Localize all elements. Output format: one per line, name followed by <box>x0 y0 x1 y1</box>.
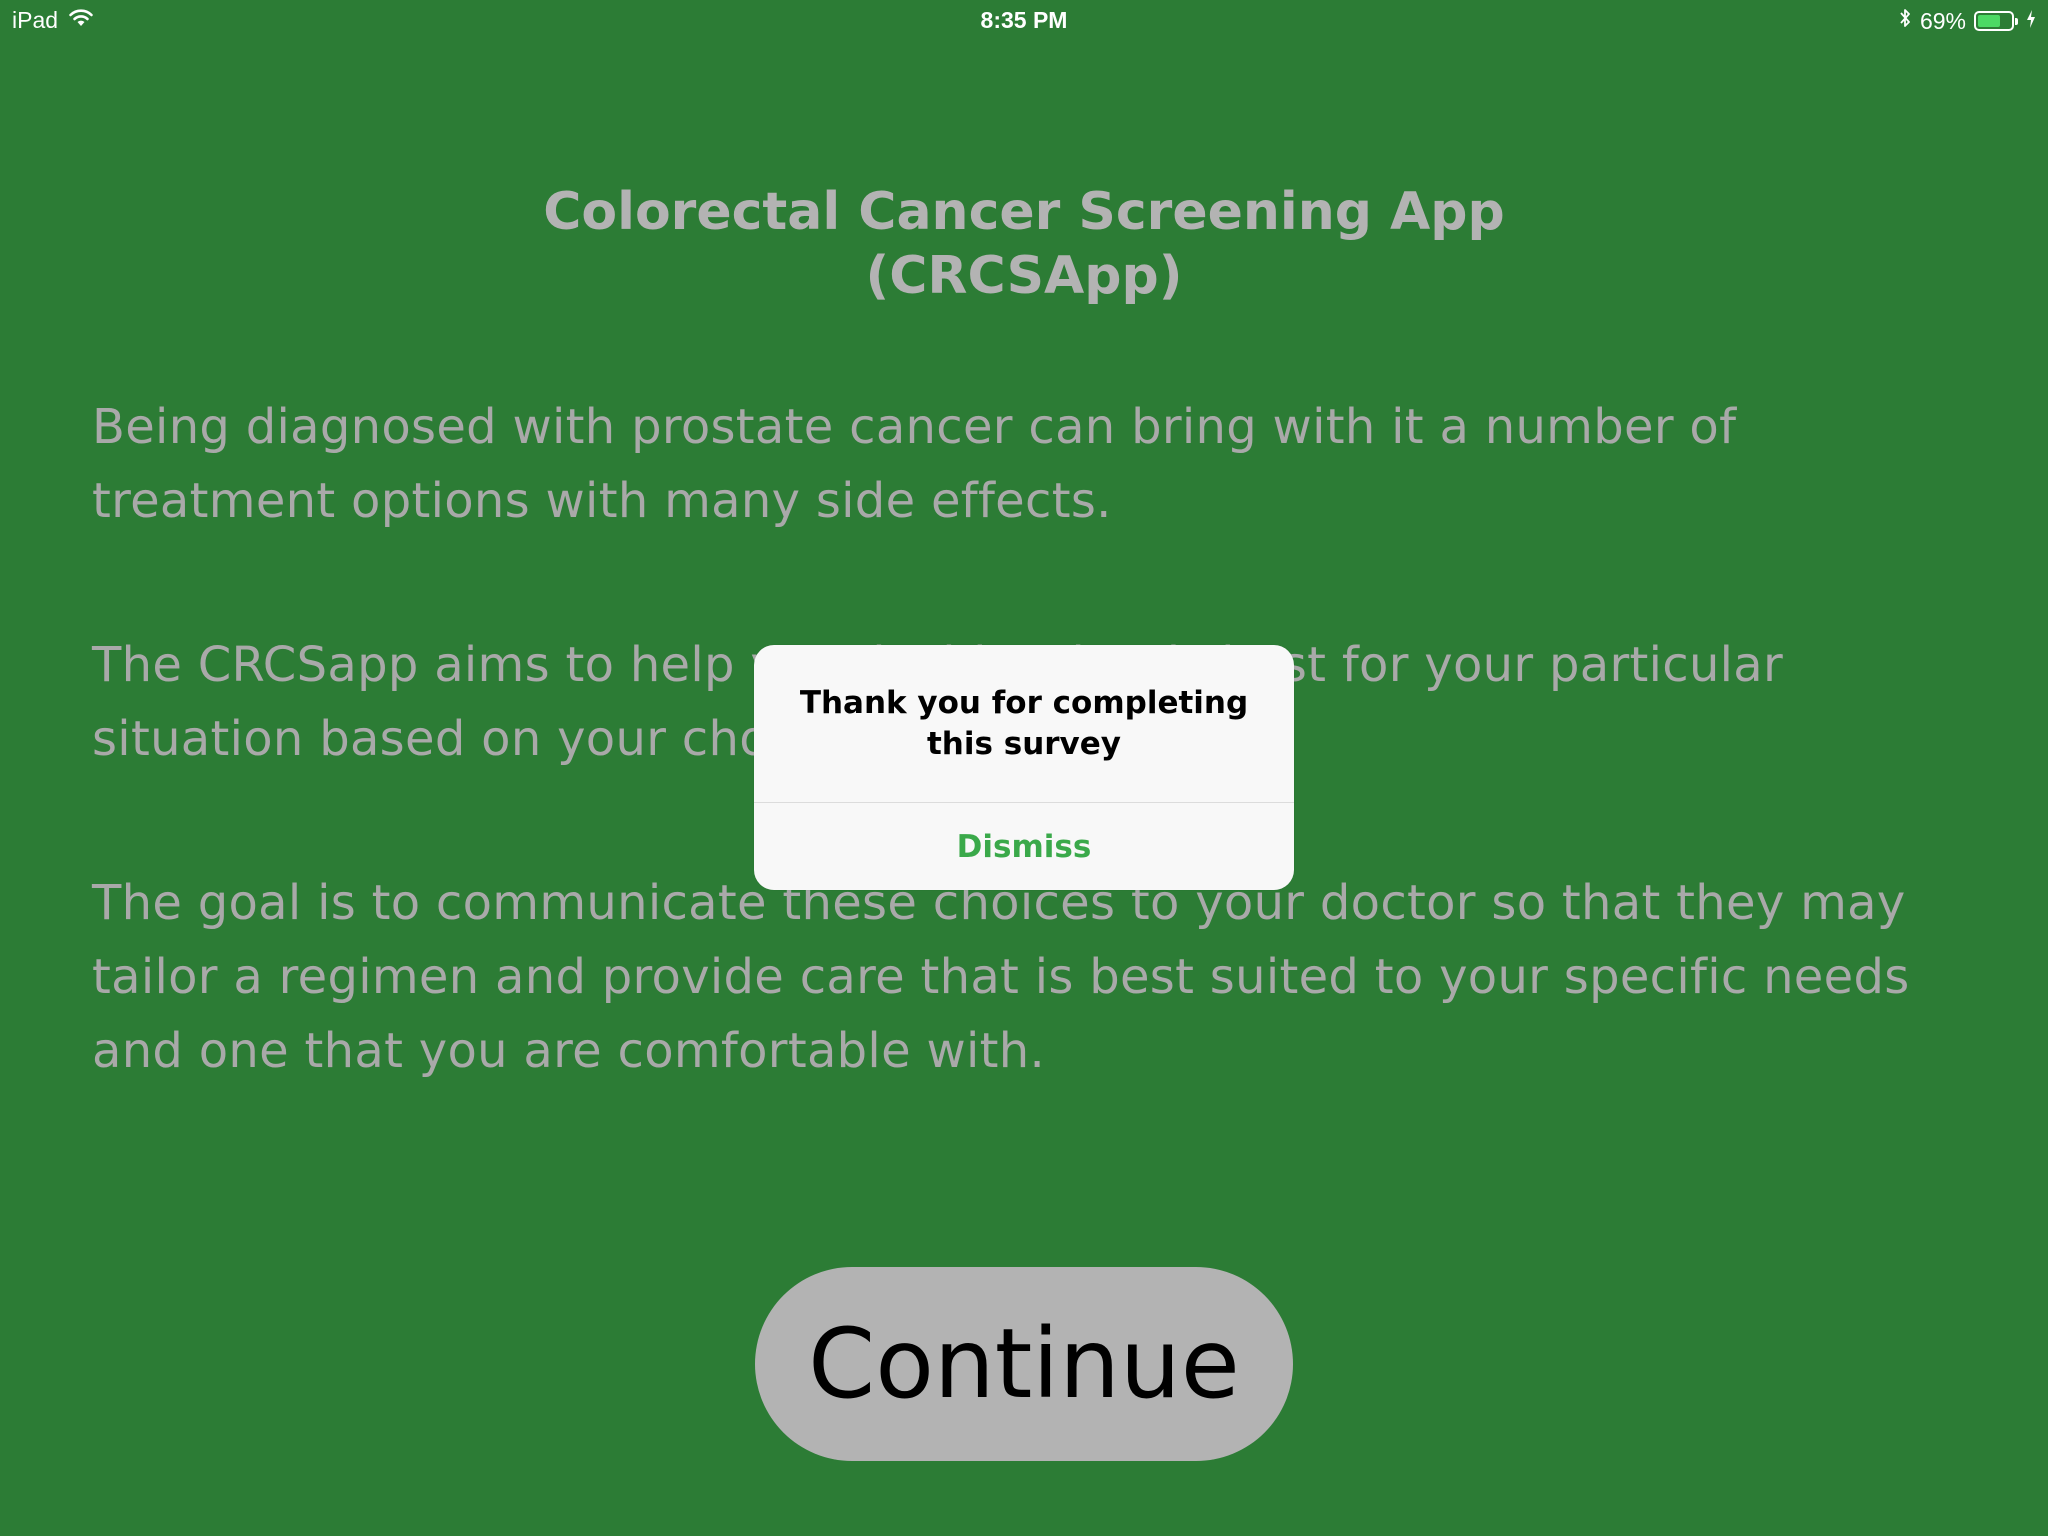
intro-paragraph-3: The goal is to communicate these choices… <box>92 875 1910 1079</box>
alert-message: Thank you for completing this survey <box>799 685 1249 762</box>
battery-icon <box>1974 11 2018 31</box>
battery-fill <box>1978 15 2001 27</box>
battery-percent: 69% <box>1919 7 1966 34</box>
bluetooth-icon <box>1898 7 1912 35</box>
status-time: 8:35 PM <box>980 7 1068 33</box>
page-title: Colorectal Cancer Screening App (CRCSApp… <box>0 180 2048 308</box>
title-line-1: Colorectal Cancer Screening App <box>543 182 1505 242</box>
dismiss-button[interactable]: Dismiss <box>754 803 1294 890</box>
intro-paragraph-1: Being diagnosed with prostate cancer can… <box>92 399 1737 529</box>
title-line-2: (CRCSApp) <box>865 246 1183 306</box>
continue-button[interactable]: Continue <box>755 1267 1293 1461</box>
status-right: 69% <box>1898 7 2036 35</box>
alert-dialog: Thank you for completing this survey Dis… <box>754 645 1294 890</box>
charging-icon <box>2026 8 2036 35</box>
status-bar: iPad 8:35 PM 69% <box>0 0 2048 40</box>
